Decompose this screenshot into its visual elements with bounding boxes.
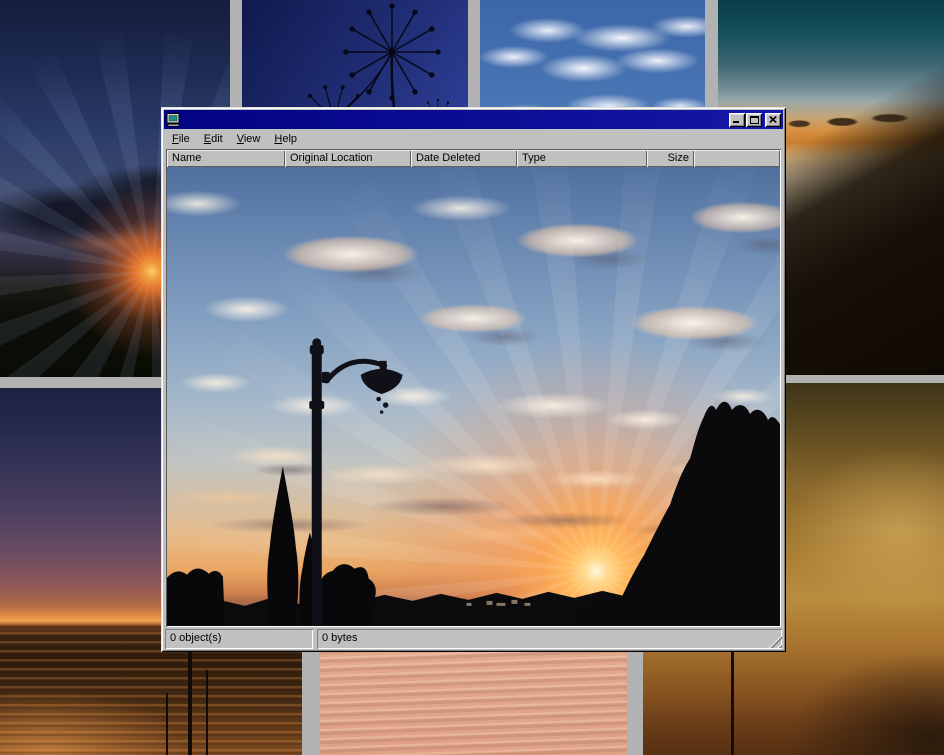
status-object-count: 0 object(s) — [165, 629, 313, 649]
close-icon — [769, 116, 777, 123]
lake-pole-silhouette — [206, 670, 208, 755]
column-header-type[interactable]: Type — [517, 150, 647, 167]
folder-listview[interactable]: Name Original Location Date Deleted Type… — [166, 149, 781, 627]
window-controls — [729, 113, 781, 127]
close-button[interactable] — [765, 113, 781, 127]
lake-pole-silhouette — [166, 693, 168, 755]
column-header-row: Name Original Location Date Deleted Type… — [167, 150, 780, 167]
menu-bar: File Edit View Help — [164, 130, 783, 149]
column-header-blank[interactable] — [694, 150, 780, 167]
window-titlebar[interactable] — [164, 110, 783, 129]
column-header-original-location[interactable]: Original Location — [285, 150, 411, 167]
minimize-button[interactable] — [729, 113, 745, 127]
menu-file[interactable]: File — [165, 131, 197, 148]
column-header-date-deleted[interactable]: Date Deleted — [411, 150, 517, 167]
recycle-bin-window: File Edit View Help Name Original Locati… — [161, 107, 786, 652]
menu-view[interactable]: View — [230, 131, 268, 148]
folder-contents-view[interactable] — [167, 167, 780, 626]
sunset-silhouettes-art — [167, 167, 780, 626]
status-total-size: 0 bytes — [317, 629, 782, 649]
golden-pole-silhouette — [731, 646, 734, 755]
maximize-icon — [750, 116, 759, 124]
maximize-button[interactable] — [746, 113, 762, 127]
menu-help[interactable]: Help — [267, 131, 304, 148]
computer-icon[interactable] — [166, 113, 181, 127]
column-header-name[interactable]: Name — [167, 150, 285, 167]
minimize-icon — [733, 116, 741, 123]
column-header-size[interactable]: Size — [647, 150, 694, 167]
menu-edit[interactable]: Edit — [197, 131, 230, 148]
status-bar: 0 object(s) 0 bytes — [164, 629, 783, 649]
